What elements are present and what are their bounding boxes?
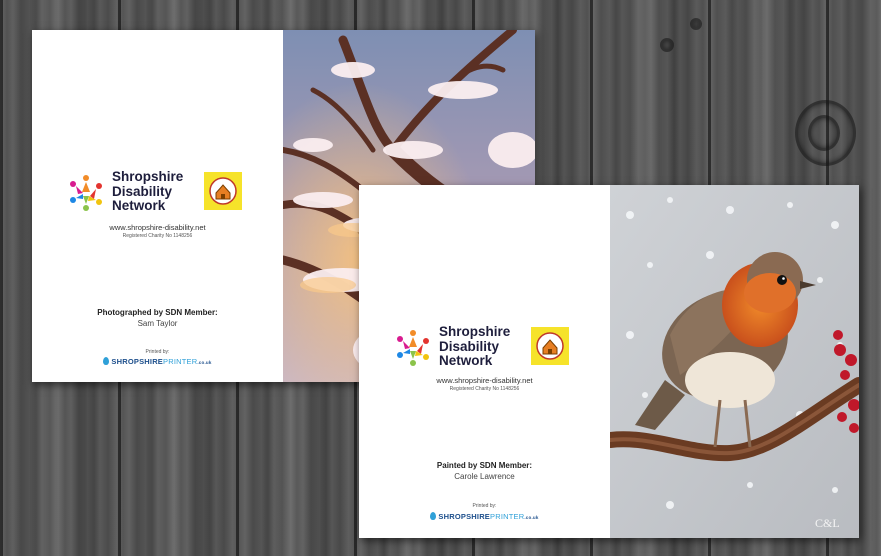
- sdn-people-icon: [393, 327, 433, 367]
- printer-drop-icon: [430, 512, 437, 520]
- logo-line-1: Shropshire: [112, 169, 184, 184]
- printer-name-bold: SHROPSHIRE: [438, 512, 491, 521]
- logo-line-2: Disability: [112, 183, 173, 199]
- printer-logo: SHROPSHIREPRINTER.co.uk: [359, 512, 610, 521]
- printer-name-light: PRINTER: [490, 512, 525, 521]
- painting-signature: C&L: [815, 516, 840, 530]
- sdn-wordmark: Shropshire Disability Network: [439, 324, 511, 369]
- printed-by-label: Printed by:: [145, 349, 170, 355]
- wood-knot: [690, 18, 702, 30]
- sdn-wordmark: Shropshire Disability Network: [112, 169, 184, 214]
- robin-painting: C&L: [602, 185, 859, 538]
- certification-badge: [531, 327, 569, 365]
- card-back-panel: Shropshire Disability Network www.shrops…: [359, 185, 610, 538]
- printer-tld: .co.uk: [197, 360, 212, 365]
- logo-line-3: Network: [439, 353, 493, 368]
- sdn-logo: Shropshire Disability Network: [393, 324, 511, 369]
- charity-number: Registered Charity No 1148256: [122, 233, 193, 239]
- greeting-card-painted: Shropshire Disability Network www.shrops…: [359, 185, 859, 538]
- printer-drop-icon: [103, 357, 110, 365]
- charity-number: Registered Charity No 1148256: [449, 386, 520, 392]
- website-text: www.shropshire-disability.net: [436, 376, 533, 385]
- website-text: www.shropshire-disability.net: [109, 223, 206, 232]
- printer-tld: .co.uk: [524, 515, 539, 520]
- logo-line-1: Shropshire: [439, 324, 511, 339]
- printer-logo: SHROPSHIREPRINTER.co.uk: [32, 357, 283, 366]
- printed-by-label: Printed by:: [472, 503, 497, 509]
- member-name: Carole Lawrence: [454, 472, 515, 481]
- certification-badge: [204, 172, 242, 210]
- logo-line-2: Disability: [439, 338, 500, 354]
- sdn-people-icon: [66, 172, 106, 212]
- logo-line-3: Network: [112, 198, 166, 213]
- wood-knot: [660, 38, 674, 52]
- painter-credit: Painted by SDN Member:: [436, 461, 533, 470]
- printer-name-bold: SHROPSHIRE: [111, 357, 164, 366]
- wood-knot: [808, 115, 840, 151]
- printer-name-light: PRINTER: [163, 357, 198, 366]
- member-name: Sam Taylor: [137, 319, 178, 328]
- sdn-logo: Shropshire Disability Network: [66, 169, 184, 214]
- card-back-panel: Shropshire Disability Network www.shrops…: [32, 30, 283, 382]
- photographer-credit: Photographed by SDN Member:: [97, 308, 218, 317]
